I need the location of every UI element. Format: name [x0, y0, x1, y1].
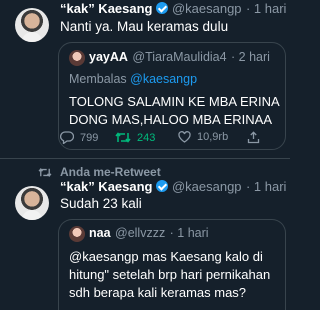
tweet2-header: “kak” Kaesang @kaesangp · 1 hari [60, 178, 286, 196]
reply-context: Membalas @kaesangp [69, 71, 197, 87]
retweet-count: 243 [137, 131, 156, 144]
quote2-text-line-2: hitung" setelah brp hari pernikahan [69, 267, 271, 282]
quote-display-name: yayAA [89, 50, 128, 64]
like-button[interactable]: 10,9rb [178, 131, 228, 143]
timestamp-2[interactable]: · 1 hari [246, 179, 286, 194]
retweet-button[interactable]: 243 [115, 131, 155, 144]
quote-avatar [69, 50, 85, 66]
retweet-banner[interactable]: Anda me-Retweet [38, 165, 161, 179]
handle[interactable]: @kaesangp [172, 1, 242, 16]
retweet-indicator-icon [38, 167, 52, 177]
share-icon [247, 131, 260, 144]
reply-count: 799 [80, 131, 99, 144]
verified-badge-icon [155, 180, 168, 192]
timestamp[interactable]: · 1 hari [246, 1, 286, 16]
reply-mention-link[interactable]: @kaesangp [130, 72, 197, 86]
tweet1-text: Nanti ya. Mau keramas dulu [60, 19, 229, 34]
quote-header-2: naa @ellvzzz · 1 hari [89, 225, 209, 241]
tweet1-header: “kak” Kaesang @kaesangp · 1 hari [60, 0, 286, 18]
quoted-tweet-2[interactable]: naa @ellvzzz · 1 hari @kaesangp mas Kaes… [58, 219, 286, 310]
quote-handle: @TiaraMaulidia4 [132, 50, 227, 64]
avatar-kaesang[interactable] [15, 8, 49, 42]
reply-prefix: Membalas [69, 72, 131, 86]
display-name[interactable]: “kak” Kaesang [60, 1, 153, 16]
like-count: 10,9rb [197, 131, 229, 143]
quote-handle-2: @ellvzzz [115, 226, 166, 240]
quote-header: yayAA @TiaraMaulidia4 · 2 hari [89, 49, 270, 65]
handle-2[interactable]: @kaesangp [172, 179, 242, 194]
quote-text-line-1: TOLONG SALAMIN KE MBA ERINA [69, 94, 280, 109]
verified-badge-icon [155, 2, 168, 14]
retweet-banner-text: Anda me-Retweet [60, 165, 161, 179]
like-icon [178, 131, 191, 143]
tweet2-text: Sudah 23 kali [60, 196, 142, 211]
display-name-2[interactable]: “kak” Kaesang [60, 179, 153, 194]
retweet-icon [115, 132, 131, 143]
reply-button[interactable]: 799 [60, 131, 98, 144]
quote2-text-line-3: sdh berapa kali keramas mas? [69, 285, 247, 300]
quote-timestamp: · 2 hari [231, 50, 270, 64]
comment-icon [60, 131, 74, 144]
quote-avatar-2 [69, 226, 85, 242]
quote2-text-line-1: @kaesangp mas Kaesang kalo di [69, 249, 263, 264]
share-button[interactable] [247, 131, 260, 144]
quote-text-line-2: DONG MAS,HALOO MBA ERINAA [69, 112, 272, 127]
quote-timestamp-2: · 1 hari [169, 226, 209, 240]
tweet-divider [0, 158, 290, 159]
avatar-kaesang-2[interactable] [15, 186, 49, 220]
quote-display-name-2: naa [89, 226, 111, 240]
